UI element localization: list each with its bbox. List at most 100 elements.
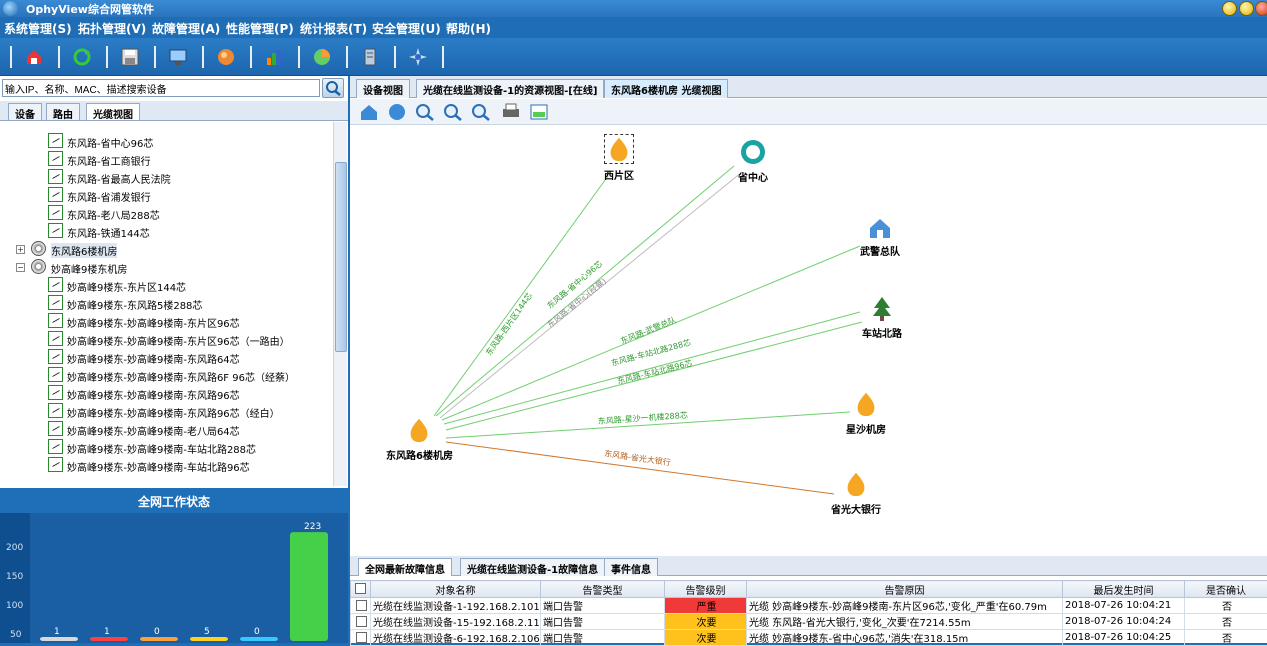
- export-button[interactable]: [528, 102, 550, 122]
- row-checkbox[interactable]: [351, 630, 371, 646]
- close-icon[interactable]: [1255, 1, 1267, 16]
- performance-button[interactable]: [260, 44, 288, 70]
- scrollbar-thumb[interactable]: [335, 162, 347, 352]
- network-button[interactable]: [164, 44, 192, 70]
- node-province[interactable]: 省中心: [738, 138, 768, 184]
- flame-node-icon: [852, 390, 880, 418]
- tree-node-icon: [870, 296, 894, 322]
- menu-topology[interactable]: 拓扑管理(V): [78, 20, 146, 37]
- cable-link-icon: [48, 169, 63, 184]
- table-row[interactable]: 光缆在线监测设备-6-192.168.2.106-... 端口告警 次要 光缆 …: [351, 630, 1267, 646]
- menu-help[interactable]: 帮助(H): [446, 20, 491, 37]
- map-refresh-button[interactable]: [386, 102, 408, 122]
- zoom-out-icon: [442, 102, 464, 122]
- column-header[interactable]: 是否确认: [1185, 581, 1267, 598]
- checkbox-icon: [355, 583, 366, 594]
- tree-scrollbar[interactable]: [333, 122, 347, 486]
- row-checkbox[interactable]: [351, 598, 371, 614]
- y-tick-label: 150: [6, 572, 23, 582]
- alarm-type: 端口告警: [541, 630, 665, 646]
- alarm-confirmed: 否: [1185, 614, 1267, 630]
- window-title: OphyView综合网管软件: [26, 1, 154, 17]
- tab-device-view[interactable]: 设备视图: [356, 79, 410, 98]
- map-toolbar: [350, 99, 1267, 125]
- expand-icon[interactable]: +: [16, 245, 25, 254]
- cable-link-icon: [48, 187, 63, 202]
- menu-security[interactable]: 安全管理(U): [372, 20, 441, 37]
- export-image-icon: [528, 102, 550, 122]
- tab-device-faults[interactable]: 光缆在线监测设备-1故障信息: [460, 558, 605, 576]
- main-toolbar: [0, 38, 1267, 76]
- tab-events[interactable]: 事件信息: [604, 558, 658, 576]
- select-all-checkbox[interactable]: [351, 581, 371, 598]
- node-station[interactable]: 车站北路: [862, 296, 902, 340]
- bar-value-label: 223: [304, 522, 321, 532]
- minimize-icon[interactable]: [1222, 1, 1237, 16]
- server-icon: [361, 48, 379, 66]
- security-button[interactable]: [356, 44, 384, 70]
- cable-link-icon: [48, 421, 63, 436]
- home-icon: [25, 48, 43, 66]
- tab-resource-view[interactable]: 光缆在线监测设备-1的资源视图-[在线]: [416, 79, 604, 98]
- tab-cable-topology[interactable]: 东风路6楼机房 光缆视图: [604, 79, 728, 98]
- status-bar-chart: 200 150 100 50 11050223: [0, 513, 348, 643]
- bar-value-label: 5: [204, 627, 210, 637]
- menu-fault[interactable]: 故障管理(A): [152, 20, 220, 37]
- node-hub[interactable]: 东风路6楼机房: [386, 416, 453, 462]
- refresh-button[interactable]: [68, 44, 96, 70]
- link-everbright[interactable]: [446, 442, 834, 494]
- tab-cable-view[interactable]: 光缆视图: [86, 103, 140, 120]
- cable-link-icon: [48, 151, 63, 166]
- alarm-time: 2018-07-26 10:04:24: [1063, 614, 1185, 630]
- column-header[interactable]: 告警原因: [747, 581, 1063, 598]
- menu-performance[interactable]: 性能管理(P): [226, 20, 294, 37]
- maximize-icon[interactable]: [1239, 1, 1254, 16]
- column-header[interactable]: 对象名称: [371, 581, 541, 598]
- map-home-button[interactable]: [358, 102, 380, 122]
- search-button[interactable]: [322, 78, 344, 98]
- row-checkbox[interactable]: [351, 614, 371, 630]
- column-header[interactable]: 最后发生时间: [1063, 581, 1185, 598]
- table-row[interactable]: 光缆在线监测设备-1-192.168.2.101-... 端口告警 严重 光缆 …: [351, 598, 1267, 614]
- menu-system[interactable]: 系统管理(S): [4, 20, 72, 37]
- zoom-fit-button[interactable]: [470, 102, 492, 122]
- tab-routes[interactable]: 路由: [46, 103, 80, 120]
- province-center-icon: [739, 138, 767, 166]
- table-row[interactable]: 光缆在线监测设备-15-192.168.2.11... 端口告警 次要 光缆 东…: [351, 614, 1267, 630]
- refresh-icon: [73, 48, 91, 66]
- node-police[interactable]: 武警总队: [860, 216, 900, 258]
- column-header[interactable]: 告警类型: [541, 581, 665, 598]
- alarm-tabs: 全网最新故障信息 光缆在线监测设备-1故障信息 事件信息: [350, 556, 1267, 576]
- device-icon: [31, 241, 46, 256]
- tab-latest-faults[interactable]: 全网最新故障信息: [358, 558, 452, 576]
- topology-canvas[interactable]: 东风路-西片区144芯 东风路-省中心96芯 东风路-省中心(经蔡) 东风路-武…: [350, 126, 1267, 549]
- house-node-icon: [868, 216, 892, 240]
- zoom-in-button[interactable]: [414, 102, 436, 122]
- zoom-out-button[interactable]: [442, 102, 464, 122]
- node-west[interactable]: 西片区: [604, 134, 634, 182]
- menu-reports[interactable]: 统计报表(T): [300, 20, 367, 37]
- bar-value-label: 0: [154, 627, 160, 637]
- navigator-tabs: 设备 路由 光缆视图: [0, 101, 348, 121]
- node-everbright[interactable]: 省光大银行: [831, 470, 881, 516]
- help-button[interactable]: [404, 44, 432, 70]
- report-button[interactable]: [308, 44, 336, 70]
- alarm-object: 光缆在线监测设备-6-192.168.2.106-...: [371, 630, 541, 646]
- toolbar-separator: [106, 46, 108, 68]
- save-button[interactable]: [116, 44, 144, 70]
- home-button[interactable]: [20, 44, 48, 70]
- column-header[interactable]: 告警级别: [665, 581, 747, 598]
- alarm-icon: [217, 48, 235, 66]
- network-status-chart: 200 150 100 50 11050223: [0, 513, 348, 643]
- app-logo-icon: [3, 1, 18, 16]
- cable-link-icon: [48, 457, 63, 472]
- print-button[interactable]: [500, 102, 522, 122]
- alarm-reason: 光缆 东风路-省光大银行,'变化_次要'在7214.55m: [747, 614, 1063, 630]
- node-xingsha[interactable]: 星沙机房: [846, 390, 886, 436]
- alarm-button[interactable]: [212, 44, 240, 70]
- tab-devices[interactable]: 设备: [8, 103, 42, 120]
- toolbar-separator: [202, 46, 204, 68]
- collapse-icon[interactable]: −: [16, 263, 25, 272]
- device-search-input[interactable]: [2, 79, 320, 97]
- bar-value-label: 0: [254, 627, 260, 637]
